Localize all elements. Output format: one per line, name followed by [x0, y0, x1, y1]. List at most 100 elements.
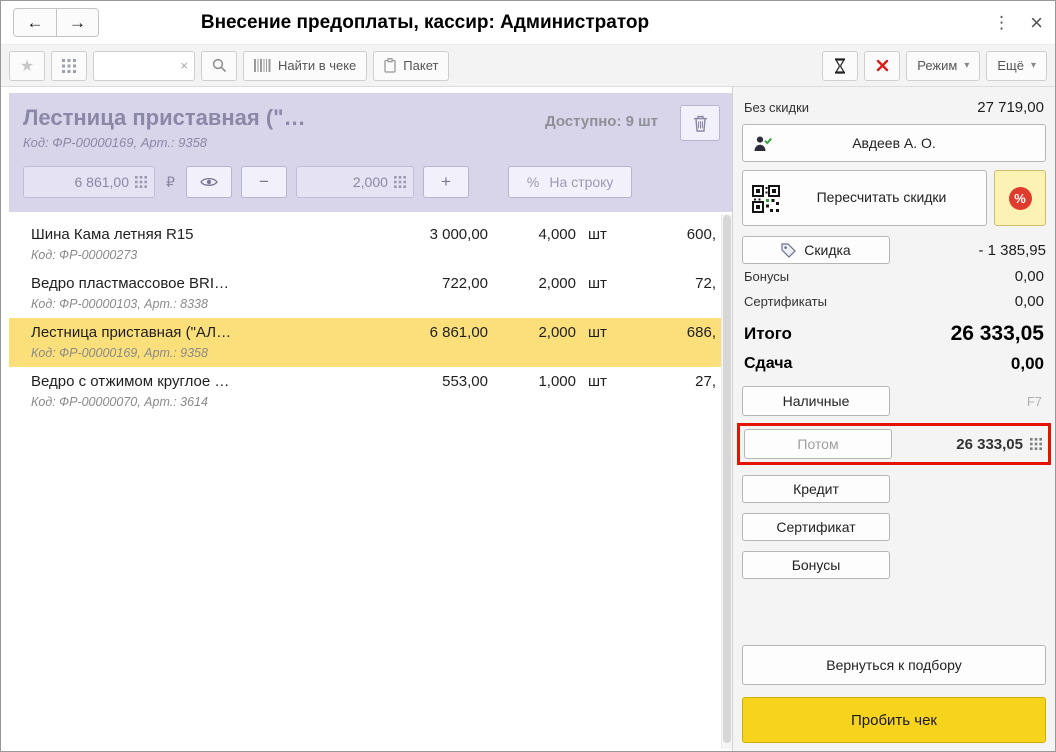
- favorites-button[interactable]: ★: [9, 50, 45, 81]
- certificate-payment-button[interactable]: Сертификат: [742, 513, 890, 541]
- hourglass-icon: [835, 57, 846, 74]
- pay-later-highlight: Потом 26 333,05: [737, 423, 1051, 465]
- item-price: 3 000,00: [429, 226, 488, 243]
- back-icon: ←: [26, 12, 44, 32]
- qty-decrease-button[interactable]: −: [240, 166, 287, 198]
- toolbar-right: Режим ▾ Ещё ▾: [822, 50, 1047, 81]
- credit-label: Кредит: [793, 481, 839, 497]
- titlebar: ← → Внесение предоплаты, кассир: Админис…: [1, 1, 1055, 45]
- no-discount-value: 27 719,00: [977, 99, 1044, 116]
- window-close-icon[interactable]: ×: [1030, 11, 1043, 34]
- pay-later-value: 26 333,05: [956, 435, 1023, 453]
- find-in-check-label: Найти в чеке: [278, 58, 357, 73]
- trash-icon: [693, 115, 707, 132]
- item-price: 6 861,00: [429, 324, 488, 341]
- pending-operations-button[interactable]: [822, 50, 859, 81]
- plus-icon: +: [440, 172, 451, 191]
- pay-later-amount-field[interactable]: 26 333,05: [892, 436, 1044, 453]
- selected-product-header: Лестница приставная ("… Код: ФР-00000169…: [9, 93, 732, 212]
- clear-search-icon[interactable]: ×: [180, 58, 188, 73]
- table-row[interactable]: Ведро с отжимом круглое … 553,00 1,000 ш…: [9, 367, 732, 416]
- print-receipt-button[interactable]: Пробить чек: [742, 697, 1046, 743]
- currency-symbol: ₽: [166, 173, 175, 190]
- item-name: Лестница приставная ("АЛ…: [31, 324, 232, 341]
- discount-row: Скидка - 1 385,95: [742, 236, 1046, 264]
- packet-button[interactable]: Пакет: [373, 50, 450, 81]
- price-value: 6 861,00: [74, 174, 130, 190]
- cash-label: Наличные: [782, 393, 850, 409]
- price-field[interactable]: 6 861,00: [23, 166, 155, 198]
- certificates-value: 0,00: [1014, 293, 1044, 310]
- bonuses-row: Бонусы 0,00: [742, 264, 1046, 289]
- line-discount-button[interactable]: % На строку: [507, 166, 633, 198]
- item-unit: шт: [588, 373, 607, 390]
- back-to-selection-button[interactable]: Вернуться к подбору: [742, 645, 1046, 685]
- vertical-scrollbar[interactable]: [721, 214, 732, 749]
- chevron-down-icon: ▾: [964, 60, 970, 71]
- recalc-row: Пересчитать скидки %: [742, 170, 1046, 226]
- forward-icon: →: [69, 12, 86, 32]
- no-discount-row: Без скидки 27 719,00: [742, 95, 1046, 120]
- available-qty-label: Доступно: 9 шт: [544, 113, 658, 130]
- table-row-selected[interactable]: Лестница приставная ("АЛ… 6 861,00 2,000…: [9, 318, 732, 367]
- item-name: Ведро пластмассовое BRI…: [31, 275, 230, 292]
- forward-button[interactable]: →: [56, 9, 98, 36]
- print-receipt-label: Пробить чек: [850, 711, 937, 729]
- search-button[interactable]: [201, 50, 237, 81]
- minus-icon: −: [258, 172, 269, 191]
- keypad-toggle-button[interactable]: [51, 50, 87, 81]
- certificates-row: Сертификаты 0,00: [742, 289, 1046, 314]
- payment-panel: Без скидки 27 719,00 Авдеев А. О. Пересч…: [732, 87, 1055, 751]
- cash-row: Наличные F7: [742, 386, 1046, 416]
- keypad-icon[interactable]: [393, 176, 406, 188]
- item-name: Шина Кама летняя R15: [31, 226, 194, 243]
- manual-discount-button[interactable]: %: [994, 170, 1046, 226]
- discount-tag-icon: [781, 242, 797, 258]
- pay-later-label: Потом: [797, 436, 839, 452]
- pay-later-button[interactable]: Потом: [744, 429, 892, 459]
- delete-line-button[interactable]: [680, 105, 720, 141]
- receipt-pane: Лестница приставная ("… Код: ФР-00000169…: [1, 87, 732, 751]
- credit-payment-button[interactable]: Кредит: [742, 475, 890, 503]
- table-row[interactable]: Ведро пластмассовое BRI… 722,00 2,000 шт…: [9, 269, 732, 318]
- item-qty: 4,000: [538, 226, 576, 243]
- keypad-icon[interactable]: [1030, 438, 1042, 450]
- item-discount-sum: 600,: [686, 226, 716, 243]
- customer-name: Авдеев А. О.: [852, 135, 936, 151]
- certificate-label: Сертификат: [776, 519, 856, 535]
- keypad-icon[interactable]: [135, 176, 147, 188]
- bonuses-label: Бонусы: [744, 269, 790, 284]
- mode-dropdown[interactable]: Режим ▾: [906, 50, 981, 81]
- bonus-label: Бонусы: [791, 557, 841, 573]
- table-row[interactable]: Шина Кама летняя R15 3 000,00 4,000 шт 6…: [9, 220, 732, 269]
- cash-payment-button[interactable]: Наличные: [742, 386, 890, 416]
- item-price: 722,00: [442, 275, 488, 292]
- search-input[interactable]: [100, 58, 170, 73]
- qty-increase-button[interactable]: +: [422, 166, 469, 198]
- back-to-selection-label: Вернуться к подбору: [826, 657, 962, 673]
- find-in-check-button[interactable]: Найти в чеке: [243, 50, 368, 81]
- quantity-field[interactable]: 2,000: [295, 166, 414, 198]
- window-menu-icon[interactable]: ⋮: [991, 13, 1012, 33]
- eye-icon: [200, 178, 218, 186]
- recalculate-discounts-button[interactable]: Пересчитать скидки: [742, 170, 987, 226]
- quantity-value: 2,000: [352, 174, 388, 190]
- item-unit: шт: [588, 226, 607, 243]
- search-input-wrap: ×: [93, 50, 195, 81]
- discount-button[interactable]: Скидка: [742, 236, 890, 264]
- product-code: Код: ФР-00000169, Арт.: 9358: [23, 135, 208, 150]
- pos-window: ← → Внесение предоплаты, кассир: Админис…: [0, 0, 1056, 752]
- more-dropdown[interactable]: Ещё ▾: [986, 50, 1047, 81]
- customer-button[interactable]: Авдеев А. О.: [742, 124, 1046, 162]
- percent-badge-icon: %: [1008, 186, 1032, 210]
- bonus-payment-button[interactable]: Бонусы: [742, 551, 890, 579]
- back-button[interactable]: ←: [14, 9, 56, 36]
- scrollbar-thumb[interactable]: [723, 215, 731, 743]
- item-qty: 1,000: [538, 373, 576, 390]
- cancel-button[interactable]: [864, 50, 901, 81]
- item-code: Код: ФР-00000103, Арт.: 8338: [31, 297, 208, 311]
- recalculate-discounts-label: Пересчитать скидки: [816, 189, 947, 206]
- percent-icon: %: [526, 174, 540, 190]
- view-line-button[interactable]: [185, 166, 232, 198]
- more-label: Ещё: [997, 58, 1024, 73]
